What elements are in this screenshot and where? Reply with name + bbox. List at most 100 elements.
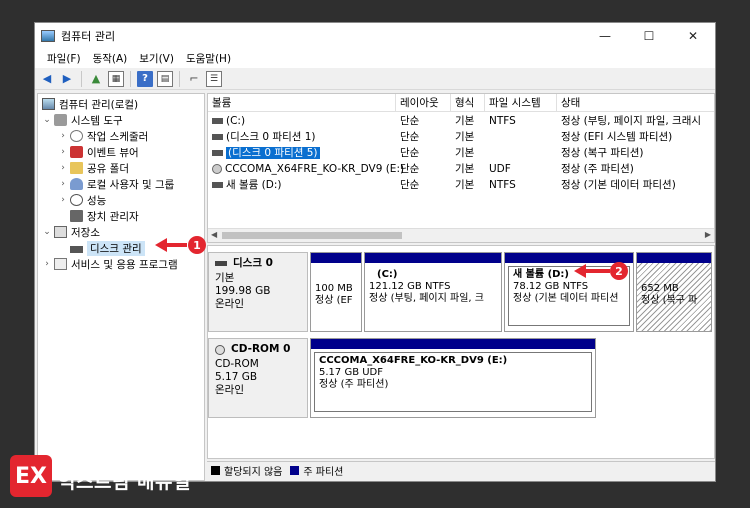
menu-action[interactable]: 동작(A) bbox=[87, 51, 134, 66]
computer-icon bbox=[42, 98, 55, 110]
disk-state: 온라인 bbox=[215, 384, 244, 396]
disk-icon bbox=[215, 261, 227, 266]
tree-item-task-scheduler[interactable]: › 작업 스케줄러 bbox=[58, 128, 148, 144]
volume-fs: NTFS bbox=[489, 115, 516, 127]
volume-layout: 단순 bbox=[400, 179, 420, 191]
console-tree-icon[interactable]: ▦ bbox=[108, 70, 124, 87]
legend: 할당되지 않음 주 파티션 bbox=[207, 461, 715, 479]
scroll-left-icon[interactable]: ◀ bbox=[211, 230, 217, 239]
partition-c[interactable]: (C:) 121.12 GB NTFS 정상 (부팅, 페이지 파일, 크 bbox=[364, 252, 502, 332]
tree-item-services[interactable]: › 서비스 및 응용 프로그램 bbox=[42, 256, 178, 272]
volume-status: 정상 (복구 파티션) bbox=[561, 147, 644, 159]
up-icon[interactable]: ▲ bbox=[88, 71, 104, 87]
disk-graphical-view: 디스크 0 기본 199.98 GB 온라인 100 MB 정상 (EF (C:… bbox=[207, 245, 715, 459]
chevron-down-icon[interactable]: ⌄ bbox=[42, 115, 52, 125]
tree-item-local-users[interactable]: › 로컬 사용자 및 그룹 bbox=[58, 176, 174, 192]
chevron-right-icon[interactable]: › bbox=[58, 131, 68, 141]
menu-help[interactable]: 도움말(H) bbox=[180, 51, 237, 66]
volume-fs: NTFS bbox=[489, 179, 516, 191]
settings-icon[interactable]: ☰ bbox=[206, 70, 222, 87]
table-row[interactable]: (C:) 단순 기본 NTFS 정상 (부팅, 페이지 파일, 크래시 bbox=[208, 113, 714, 129]
callout-badge-1: 1 bbox=[188, 236, 206, 254]
scroll-thumb[interactable] bbox=[222, 232, 402, 239]
tree-item-storage[interactable]: ⌄ 저장소 bbox=[42, 224, 100, 240]
volume-name: (디스크 0 파티션 1) bbox=[226, 131, 316, 143]
partition-efi[interactable]: 100 MB 정상 (EF bbox=[310, 252, 362, 332]
volume-list: 볼륨 레이아웃 형식 파일 시스템 상태 (C:) 단순 기본 NTFS 정상 … bbox=[207, 93, 715, 243]
cd-icon bbox=[212, 164, 222, 174]
disk-info-panel[interactable]: CD-ROM 0 CD-ROM 5.17 GB 온라인 bbox=[208, 338, 308, 418]
toolbar-separator bbox=[130, 70, 131, 87]
back-icon[interactable]: ◀ bbox=[39, 71, 55, 87]
tree-label: 컴퓨터 관리(로컬) bbox=[59, 98, 139, 111]
tree-label: 작업 스케줄러 bbox=[87, 130, 149, 143]
brand-watermark: EX More Better IT Life 익스트림 매뉴얼 bbox=[10, 454, 191, 498]
tree-label: 장치 관리자 bbox=[87, 210, 139, 223]
volume-name: (C:) bbox=[226, 115, 246, 127]
column-volume[interactable]: 볼륨 bbox=[208, 94, 396, 112]
table-row[interactable]: (디스크 0 파티션 1) 단순 기본 정상 (EFI 시스템 파티션) bbox=[208, 129, 714, 145]
tree-label: 디스크 관리 bbox=[87, 240, 145, 256]
horizontal-scrollbar[interactable]: ◀ ▶ bbox=[208, 228, 714, 242]
chevron-right-icon[interactable]: › bbox=[58, 195, 68, 205]
disk-type: CD-ROM bbox=[215, 358, 259, 370]
partition-status: 정상 (EF bbox=[315, 295, 353, 306]
chevron-right-icon[interactable]: › bbox=[58, 179, 68, 189]
chevron-down-icon[interactable]: ⌄ bbox=[42, 227, 52, 237]
volume-status: 정상 (부팅, 페이지 파일, 크래시 bbox=[561, 115, 702, 127]
table-row[interactable]: 새 볼륨 (D:) 단순 기본 NTFS 정상 (기본 데이터 파티션) bbox=[208, 177, 714, 193]
tree-item-event-viewer[interactable]: › 이벤트 뷰어 bbox=[58, 144, 139, 160]
tree-label: 서비스 및 응용 프로그램 bbox=[71, 258, 178, 271]
chevron-right-icon[interactable]: › bbox=[58, 147, 68, 157]
connect-icon[interactable]: ⌐ bbox=[186, 71, 202, 87]
tree-item-performance[interactable]: › 성능 bbox=[58, 192, 106, 208]
partition-size: 78.12 GB NTFS bbox=[513, 281, 589, 292]
chevron-right-icon[interactable]: › bbox=[42, 259, 52, 269]
device-manager-icon bbox=[70, 210, 83, 222]
column-filesystem[interactable]: 파일 시스템 bbox=[485, 94, 557, 112]
forward-icon[interactable]: ▶ bbox=[59, 71, 75, 87]
tree-label: 로컬 사용자 및 그룹 bbox=[87, 178, 175, 191]
column-status[interactable]: 상태 bbox=[557, 94, 714, 112]
help-icon[interactable]: ? bbox=[137, 70, 153, 87]
table-row[interactable]: CCCOMA_X64FRE_KO-KR_DV9 (E:) 단순 기본 UDF 정… bbox=[208, 161, 714, 177]
legend-swatch-primary bbox=[290, 466, 300, 475]
volume-type: 기본 bbox=[455, 179, 475, 191]
services-icon bbox=[54, 258, 67, 270]
column-type[interactable]: 형식 bbox=[451, 94, 485, 112]
scroll-right-icon[interactable]: ▶ bbox=[705, 230, 711, 239]
maximize-button[interactable]: ☐ bbox=[627, 23, 671, 48]
disk-info-panel[interactable]: 디스크 0 기본 199.98 GB 온라인 bbox=[208, 252, 308, 332]
tree-item-system-tools[interactable]: ⌄ 시스템 도구 bbox=[42, 112, 123, 128]
volume-status: 정상 (주 파티션) bbox=[561, 163, 634, 175]
tree-item-device-manager[interactable]: 장치 관리자 bbox=[68, 208, 139, 224]
volume-status: 정상 (기본 데이터 파티션) bbox=[561, 179, 676, 191]
close-button[interactable]: ✕ bbox=[671, 23, 715, 48]
menu-view[interactable]: 보기(V) bbox=[133, 51, 180, 66]
menu-file[interactable]: 파일(F) bbox=[41, 51, 87, 66]
users-icon bbox=[70, 178, 83, 190]
table-row[interactable]: (디스크 0 파티션 5) 단순 기본 정상 (복구 파티션) bbox=[208, 145, 714, 161]
volume-status: 정상 (EFI 시스템 파티션) bbox=[561, 131, 673, 143]
tree-item-shared-folders[interactable]: › 공유 폴더 bbox=[58, 160, 129, 176]
column-layout[interactable]: 레이아웃 bbox=[396, 94, 451, 112]
disk-state: 온라인 bbox=[215, 298, 244, 310]
volume-type: 기본 bbox=[455, 163, 475, 175]
partition-name: (C:) bbox=[377, 269, 398, 280]
legend-swatch-unallocated bbox=[211, 466, 220, 475]
brand-tagline: More Better IT Life bbox=[58, 458, 123, 467]
disk-0-row: 디스크 0 기본 199.98 GB 온라인 100 MB 정상 (EF (C:… bbox=[208, 252, 714, 332]
tree-item-disk-management[interactable]: 디스크 관리 bbox=[68, 240, 145, 256]
tree-item-root[interactable]: 컴퓨터 관리(로컬) bbox=[40, 96, 138, 112]
callout-arrow-shaft-2 bbox=[584, 269, 610, 273]
properties-icon[interactable]: ▤ bbox=[157, 70, 173, 87]
partition-size: 5.17 GB UDF bbox=[319, 367, 384, 378]
partition-cdrom[interactable]: CCCOMA_X64FRE_KO-KR_DV9 (E:) 5.17 GB UDF… bbox=[310, 338, 596, 418]
minimize-button[interactable]: — bbox=[583, 23, 627, 48]
disk-icon bbox=[70, 246, 83, 253]
volume-icon bbox=[212, 150, 223, 156]
volume-layout: 단순 bbox=[400, 131, 420, 143]
partition-recovery[interactable]: 652 MB 정상 (복구 파 bbox=[636, 252, 712, 332]
chevron-right-icon[interactable]: › bbox=[58, 163, 68, 173]
cdrom-0-row: CD-ROM 0 CD-ROM 5.17 GB 온라인 CCCOMA_X64FR… bbox=[208, 338, 714, 418]
